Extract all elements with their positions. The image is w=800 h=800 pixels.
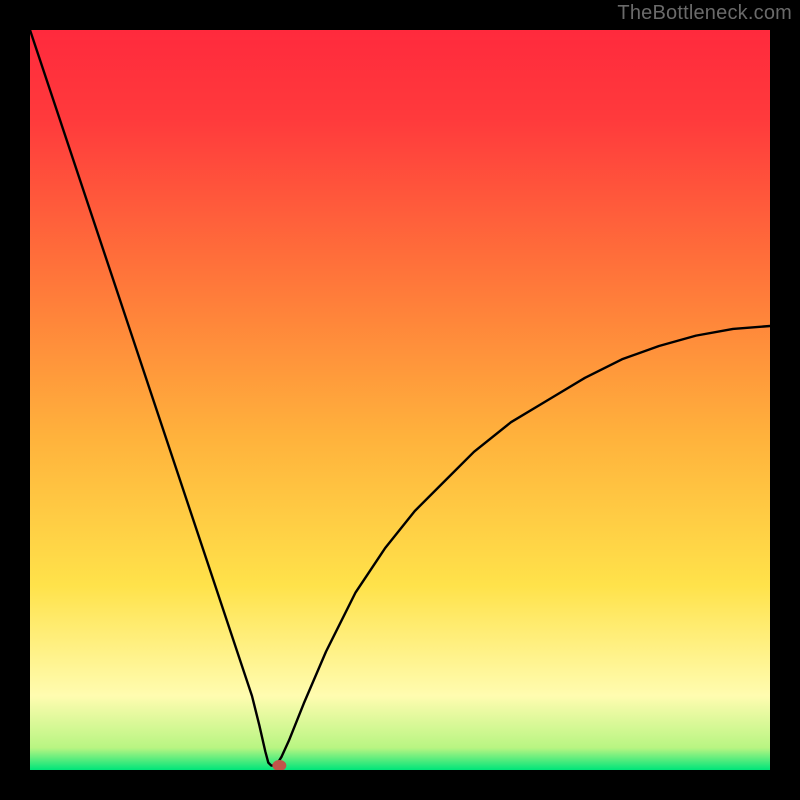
plot-area [30,30,770,770]
minimum-marker [273,761,286,770]
watermark-text: TheBottleneck.com [617,2,792,25]
chart-svg [30,30,770,770]
chart-frame: TheBottleneck.com [0,0,800,800]
gradient-background [30,30,770,770]
